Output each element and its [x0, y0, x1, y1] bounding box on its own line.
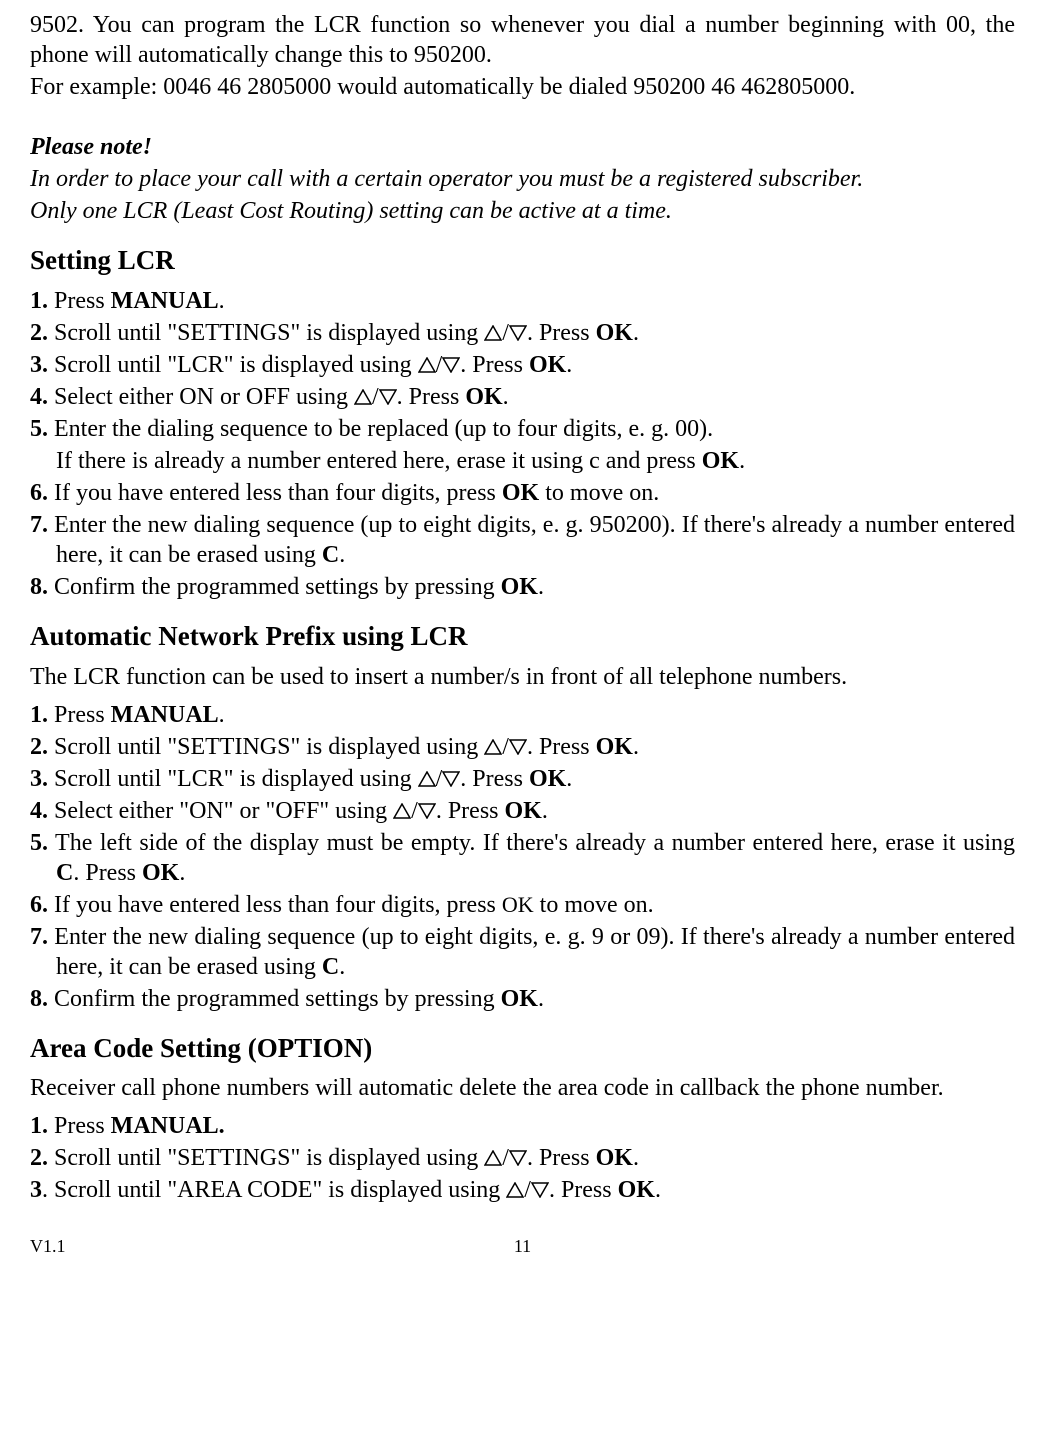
intro-paragraph-1: 9502. You can program the LCR function s… [30, 10, 1015, 70]
triangle-down-icon [509, 1150, 527, 1166]
section-c-desc: Receiver call phone numbers will automat… [30, 1073, 1015, 1103]
triangle-up-icon [354, 389, 372, 405]
sectionB-step3: 3. Scroll until "LCR" is displayed using… [30, 764, 1015, 794]
sectionB-step7: 7. Enter the new dialing sequence (up to… [30, 922, 1015, 982]
triangle-down-icon [379, 389, 397, 405]
sectionA-step8: 8. Confirm the programmed settings by pr… [30, 572, 1015, 602]
section-b-desc: The LCR function can be used to insert a… [30, 662, 1015, 692]
sectionB-step6: 6. If you have entered less than four di… [30, 890, 1015, 920]
sectionA-step5-cont: If there is already a number entered her… [30, 446, 1015, 476]
sectionC-step1: 1. Press MANUAL. [30, 1111, 1015, 1141]
triangle-up-icon [484, 325, 502, 341]
triangle-up-icon [393, 803, 411, 819]
sectionA-step6: 6. If you have entered less than four di… [30, 478, 1015, 508]
sectionA-step2: 2. Scroll until "SETTINGS" is displayed … [30, 318, 1015, 348]
page-footer: V1.1 11 [30, 1235, 1015, 1258]
section-b-heading: Automatic Network Prefix using LCR [30, 620, 1015, 654]
triangle-up-icon [484, 1150, 502, 1166]
sectionA-step3: 3. Scroll until "LCR" is displayed using… [30, 350, 1015, 380]
sectionC-step2: 2. Scroll until "SETTINGS" is displayed … [30, 1143, 1015, 1173]
note-line-1: In order to place your call with a certa… [30, 164, 1015, 194]
triangle-down-icon [509, 739, 527, 755]
sectionB-step8: 8. Confirm the programmed settings by pr… [30, 984, 1015, 1014]
sectionA-step7: 7. Enter the new dialing sequence (up to… [30, 510, 1015, 570]
triangle-down-icon [442, 357, 460, 373]
triangle-up-icon [418, 771, 436, 787]
sectionB-step2: 2. Scroll until "SETTINGS" is displayed … [30, 732, 1015, 762]
section-c-heading: Area Code Setting (OPTION) [30, 1032, 1015, 1066]
section-a-heading: Setting LCR [30, 244, 1015, 278]
note-line-2: Only one LCR (Least Cost Routing) settin… [30, 196, 1015, 226]
triangle-down-icon [418, 803, 436, 819]
sectionA-step4: 4. Select either ON or OFF using /. Pres… [30, 382, 1015, 412]
sectionC-step3: 3. Scroll until "AREA CODE" is displayed… [30, 1175, 1015, 1205]
triangle-up-icon [418, 357, 436, 373]
sectionB-step5: 5. The left side of the display must be … [30, 828, 1015, 888]
sectionB-step1: 1. Press MANUAL. [30, 700, 1015, 730]
triangle-down-icon [531, 1182, 549, 1198]
footer-version: V1.1 [30, 1235, 90, 1258]
sectionB-step4: 4. Select either "ON" or "OFF" using /. … [30, 796, 1015, 826]
sectionA-step1: 1. Press MANUAL. [30, 286, 1015, 316]
sectionA-step5: 5. Enter the dialing sequence to be repl… [30, 414, 1015, 444]
note-title: Please note! [30, 132, 1015, 162]
triangle-up-icon [484, 739, 502, 755]
triangle-up-icon [506, 1182, 524, 1198]
triangle-down-icon [509, 325, 527, 341]
footer-page-number: 11 [90, 1235, 955, 1258]
triangle-down-icon [442, 771, 460, 787]
intro-paragraph-2: For example: 0046 46 2805000 would autom… [30, 72, 1015, 102]
